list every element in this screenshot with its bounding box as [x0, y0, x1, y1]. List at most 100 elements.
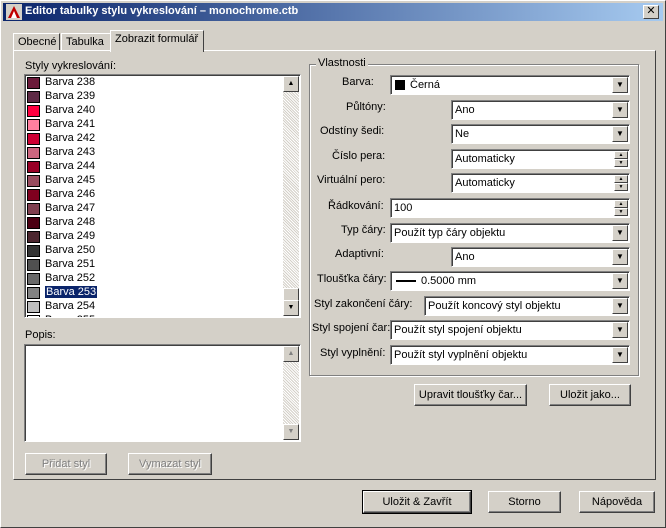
- arrow-up-icon: ▲: [287, 80, 295, 87]
- line-end-style-dropdown[interactable]: Použít koncový styl objektu ▼: [424, 296, 630, 316]
- style-list-item[interactable]: Barva 239: [27, 90, 287, 104]
- desc-scroll-up-button[interactable]: ▲: [283, 346, 299, 362]
- description-label: Popis:: [25, 329, 56, 341]
- line-join-style-label: Styl spojení čar:: [312, 322, 391, 334]
- style-list-item-label: Barva 255: [45, 314, 95, 317]
- style-list-item-label: Barva 250: [45, 244, 96, 256]
- dither-value: Ano: [455, 104, 475, 116]
- style-list-item[interactable]: Barva 248: [27, 216, 287, 230]
- fill-style-dropdown[interactable]: Použít styl vyplnění objektu ▼: [390, 345, 630, 365]
- dialog-window: Editor tabulky stylu vykreslování – mono…: [0, 0, 666, 528]
- dither-label: Půltóny:: [346, 101, 386, 113]
- pen-number-down-button[interactable]: ▼: [614, 159, 628, 167]
- chevron-down-icon: ▼: [616, 301, 624, 310]
- screening-up-button[interactable]: ▲: [614, 200, 628, 208]
- color-swatch: [27, 175, 40, 187]
- screening-down-button[interactable]: ▼: [614, 208, 628, 216]
- edit-lineweights-button[interactable]: Upravit tloušťky čar...: [414, 384, 527, 406]
- virtual-pen-value: Automaticky: [455, 177, 515, 189]
- style-list-item-label: Barva 247: [45, 202, 96, 214]
- adaptive-value: Ano: [455, 251, 475, 263]
- pen-number-up-button[interactable]: ▲: [614, 151, 628, 159]
- color-swatch: [27, 133, 40, 145]
- style-list-item[interactable]: Barva 242: [27, 132, 287, 146]
- style-list-item[interactable]: Barva 243: [27, 146, 287, 160]
- fill-style-dropdown-button[interactable]: ▼: [612, 347, 628, 363]
- screening-spinner[interactable]: 100 ▲ ▼: [390, 198, 630, 218]
- scroll-down-button[interactable]: ▼: [283, 300, 299, 316]
- virtual-pen-spinner[interactable]: Automaticky ▲ ▼: [451, 173, 630, 193]
- scroll-up-button[interactable]: ▲: [283, 76, 299, 92]
- dither-dropdown-button[interactable]: ▼: [612, 102, 628, 118]
- style-list-item[interactable]: Barva 244: [27, 160, 287, 174]
- styles-list[interactable]: Barva 238 Barva 239 Barva 240 Barva 241 Barv…: [24, 74, 301, 318]
- close-button[interactable]: ✕: [643, 5, 659, 19]
- line-join-style-dropdown[interactable]: Použít styl spojení objektu ▼: [390, 320, 630, 340]
- help-button[interactable]: Nápověda: [579, 491, 655, 513]
- pen-number-spinner[interactable]: Automaticky ▲ ▼: [451, 149, 630, 169]
- line-end-style-dropdown-button[interactable]: ▼: [612, 298, 628, 314]
- style-list-item[interactable]: Barva 245: [27, 174, 287, 188]
- color-swatch: [27, 245, 40, 257]
- linetype-label: Typ čáry:: [341, 224, 386, 236]
- virtual-pen-label: Virtuální pero:: [317, 174, 386, 186]
- adaptive-dropdown[interactable]: Ano ▼: [451, 247, 630, 267]
- adaptive-dropdown-button[interactable]: ▼: [612, 249, 628, 265]
- autocad-app-icon: [6, 4, 22, 20]
- style-list-item[interactable]: Barva 251: [27, 258, 287, 272]
- virtual-pen-down-button[interactable]: ▼: [614, 183, 628, 191]
- arrow-down-icon: ▼: [618, 160, 624, 166]
- style-list-item[interactable]: Barva 241: [27, 118, 287, 132]
- description-scrollbar[interactable]: ▲ ▼: [283, 346, 299, 440]
- desc-scroll-down-button[interactable]: ▼: [283, 424, 299, 440]
- chevron-down-icon: ▼: [616, 252, 624, 261]
- line-join-style-dropdown-button[interactable]: ▼: [612, 322, 628, 338]
- chevron-down-icon: ▼: [616, 80, 624, 89]
- color-swatch: [27, 147, 40, 159]
- grayscale-dropdown-button[interactable]: ▼: [612, 126, 628, 142]
- fill-style-label: Styl vyplnění:: [320, 347, 386, 359]
- style-list-item[interactable]: Barva 247: [27, 202, 287, 216]
- style-list-item-label: Barva 239: [45, 90, 96, 102]
- style-list-item[interactable]: Barva 252: [27, 272, 287, 286]
- description-textarea[interactable]: ▲ ▼: [24, 344, 301, 442]
- save-as-button[interactable]: Uložit jako...: [549, 384, 631, 406]
- lineweight-sample-icon: [396, 280, 416, 282]
- style-list-item[interactable]: Barva 253: [27, 285, 287, 300]
- tab-table[interactable]: Tabulka: [61, 33, 111, 51]
- linetype-dropdown-button[interactable]: ▼: [612, 225, 628, 241]
- color-dropdown-button[interactable]: ▼: [612, 77, 628, 93]
- fill-style-value: Použít styl vyplnění objektu: [394, 349, 528, 361]
- style-list-item[interactable]: Barva 246: [27, 188, 287, 202]
- style-list-item[interactable]: Barva 240: [27, 104, 287, 118]
- grayscale-dropdown[interactable]: Ne ▼: [451, 124, 630, 144]
- tab-general[interactable]: Obecné: [13, 33, 60, 51]
- tab-form-view[interactable]: Zobrazit formulář: [110, 30, 204, 52]
- style-list-item[interactable]: Barva 238: [27, 76, 287, 90]
- lineweight-dropdown[interactable]: 0.5000 mm ▼: [390, 271, 630, 291]
- linetype-dropdown[interactable]: Použít typ čáry objektu ▼: [390, 223, 630, 243]
- chevron-down-icon: ▼: [616, 228, 624, 237]
- virtual-pen-up-button[interactable]: ▲: [614, 175, 628, 183]
- lineweight-dropdown-button[interactable]: ▼: [612, 273, 628, 289]
- cancel-button[interactable]: Storno: [488, 491, 561, 513]
- color-swatch: [395, 80, 405, 90]
- style-list-item[interactable]: Barva 250: [27, 244, 287, 258]
- arrow-up-icon: ▲: [618, 201, 624, 207]
- styles-list-label: Styly vykreslování:: [25, 60, 117, 72]
- styles-list-scrollbar[interactable]: ▲ ▼: [283, 76, 299, 316]
- style-list-item[interactable]: Barva 249: [27, 230, 287, 244]
- delete-style-button[interactable]: Vymazat styl: [128, 453, 212, 475]
- dither-dropdown[interactable]: Ano ▼: [451, 100, 630, 120]
- chevron-down-icon: ▼: [616, 350, 624, 359]
- add-style-button[interactable]: Přidat styl: [25, 453, 107, 475]
- chevron-down-icon: ▼: [616, 105, 624, 114]
- screening-value: 100: [394, 202, 413, 214]
- arrow-down-icon: ▼: [287, 304, 295, 311]
- line-join-style-value: Použít styl spojení objektu: [394, 324, 522, 336]
- style-list-item[interactable]: Barva 255: [27, 314, 287, 317]
- color-dropdown[interactable]: Černá ▼: [390, 75, 630, 95]
- save-close-button[interactable]: Uložit & Zavřít: [362, 490, 472, 514]
- style-list-item[interactable]: Barva 254: [27, 300, 287, 314]
- color-swatch: [27, 231, 40, 243]
